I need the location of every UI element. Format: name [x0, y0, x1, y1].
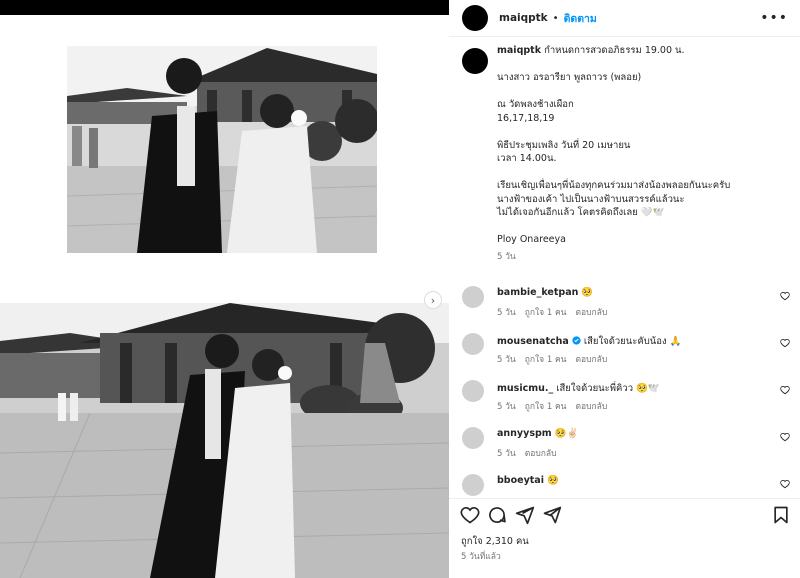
caption-avatar[interactable] — [462, 48, 488, 74]
caption-line: พิธีประชุมเพลิง วันที่ 20 เมษายน — [497, 139, 631, 151]
caption-line: ไม่ได้เจอกันอีกแล้ว โคตรคิดถึงเลย 🤍🕊️ — [497, 207, 665, 218]
comment-item: annyyspm 🥺✌🏻 5 วัน ตอบกลับ — [449, 426, 800, 466]
verified-badge-icon — [572, 336, 581, 345]
caption-line: กำหนดการสวดอภิธรรม 19.00 น. — [544, 45, 685, 56]
caption-timestamp: 5 วัน — [497, 251, 516, 262]
caption-line: 16,17,18,19 — [497, 112, 555, 124]
author-avatar[interactable] — [462, 5, 488, 31]
comment-username[interactable]: bboeytai — [497, 475, 544, 486]
share-icon[interactable] — [542, 505, 562, 525]
post-info-pane: maiqptk • ติดตาม ••• maiqptk กำหนดการสวด… — [449, 0, 800, 578]
caption-line: ณ วัดพลงช้างเผือก — [497, 99, 574, 110]
commenter-avatar[interactable] — [462, 427, 484, 449]
comment-username[interactable]: mousenatcha — [497, 336, 569, 347]
more-options-icon[interactable]: ••• — [760, 10, 788, 26]
comment-time: 5 วัน — [497, 308, 516, 318]
commenter-avatar[interactable] — [462, 474, 484, 496]
caption-line: นางฟ้าของเค้า ไปเป็นนางฟ้าบนสวรรค์แล้วนะ — [497, 193, 685, 205]
comment-text: เสียใจด้วยนะคับน้อง 🙏 — [583, 336, 682, 347]
author-username[interactable]: maiqptk — [499, 12, 548, 24]
commenter-avatar[interactable] — [462, 380, 484, 402]
caption-line: เวลา 14.00น. — [497, 153, 557, 164]
comment-time: 5 วัน — [497, 355, 516, 365]
comment-time: 5 วัน — [497, 449, 516, 459]
caption-username[interactable]: maiqptk — [497, 45, 541, 56]
comment-item: musicmu._ เสียใจด้วยนะพี่คิวว 🥺🕊️ 5 วัน ถ… — [449, 379, 800, 419]
comment-likes[interactable]: ถูกใจ 1 คน — [525, 355, 567, 365]
post-photo-2[interactable] — [0, 303, 449, 578]
comment-text: 🥺✌🏻 — [554, 428, 579, 439]
heart-icon[interactable] — [780, 385, 790, 395]
post-photo-1[interactable] — [67, 46, 377, 253]
comment-icon[interactable] — [487, 505, 507, 525]
likes-count[interactable]: ถูกใจ 2,310 คน — [461, 534, 529, 549]
reply-button[interactable]: ตอบกลับ — [575, 402, 607, 412]
heart-icon[interactable] — [780, 432, 790, 442]
reply-button[interactable]: ตอบกลับ — [525, 449, 557, 459]
carousel-next-button[interactable]: › — [424, 291, 442, 309]
comment-username[interactable]: annyyspm — [497, 428, 552, 439]
heart-icon[interactable] — [460, 505, 480, 525]
caption-line: เรียนเชิญเพื่อนๆพี่น้องทุกคนร่วมมาส่งน้อ… — [497, 180, 731, 191]
post-media: › — [0, 0, 449, 578]
chevron-right-icon: › — [430, 293, 436, 307]
reply-button[interactable]: ตอบกลับ — [575, 355, 607, 365]
heart-icon[interactable] — [780, 479, 790, 489]
comment-text: 🥺 — [581, 287, 594, 298]
post-timestamp: 5 วันที่แล้ว — [461, 552, 501, 562]
follow-button[interactable]: ติดตาม — [564, 10, 597, 27]
comment-item: mousenatcha เสียใจด้วยนะคับน้อง 🙏 5 วัน ถ… — [449, 332, 800, 372]
reply-button[interactable]: ตอบกลับ — [575, 308, 607, 318]
heart-icon[interactable] — [780, 291, 790, 301]
comment-likes[interactable]: ถูกใจ 1 คน — [525, 308, 567, 318]
comment-likes[interactable]: ถูกใจ 1 คน — [525, 402, 567, 412]
post-header: maiqptk • ติดตาม ••• — [449, 0, 800, 37]
commenter-avatar[interactable] — [462, 286, 484, 308]
comment-username[interactable]: musicmu._ — [497, 383, 553, 394]
share-icon[interactable] — [515, 505, 535, 525]
caption-body: maiqptk กำหนดการสวดอภิธรรม 19.00 น. นางส… — [497, 44, 792, 264]
heart-icon[interactable] — [780, 338, 790, 348]
caption-line: นางสาว อรอารียา พูลถาวร (พลอย) — [497, 72, 642, 83]
separator-dot: • — [552, 12, 559, 24]
comment-username[interactable]: bambie_ketpan — [497, 287, 578, 298]
comment-time: 5 วัน — [497, 402, 516, 412]
post-actions: ถูกใจ 2,310 คน 5 วันที่แล้ว — [449, 498, 800, 578]
comment-text: เสียใจด้วยนะพี่คิวว 🥺🕊️ — [556, 383, 660, 394]
bookmark-icon[interactable] — [771, 505, 791, 525]
comment-item: bambie_ketpan 🥺 5 วัน ถูกใจ 1 คน ตอบกลับ — [449, 285, 800, 325]
comment-text: 🥺 — [547, 475, 559, 486]
media-top-bar — [0, 0, 449, 15]
commenter-avatar[interactable] — [462, 333, 484, 355]
caption-line: Ploy Onareeya — [497, 234, 566, 245]
